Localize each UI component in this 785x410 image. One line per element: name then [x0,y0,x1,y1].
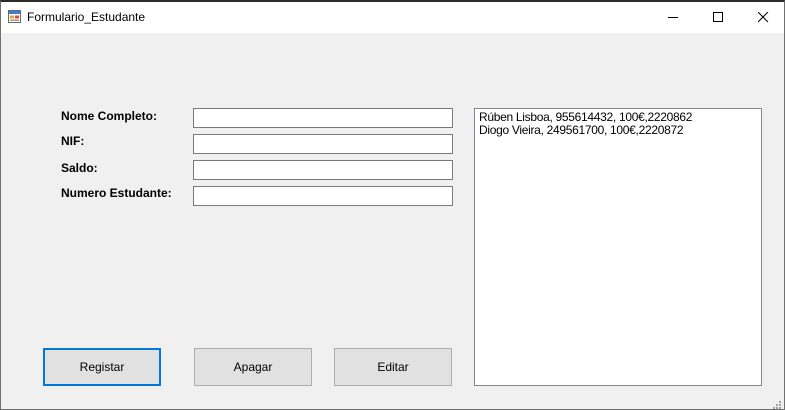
registar-button[interactable]: Registar [43,348,161,386]
nif-label: NIF: [61,134,85,148]
saldo-label: Saldo: [61,161,98,175]
numero-estudante-input[interactable] [193,186,453,206]
title-bar[interactable]: Formulario_Estudante [1,2,784,33]
resize-grip-icon[interactable] [772,397,782,409]
editar-button[interactable]: Editar [334,348,452,386]
numero-estudante-label: Numero Estudante: [61,186,172,200]
saldo-input[interactable] [193,160,453,180]
minimize-icon [668,17,678,18]
nome-completo-label: Nome Completo: [61,109,157,123]
nif-input[interactable] [193,134,453,154]
students-listbox[interactable]: Rúben Lisboa, 955614432, 100€,2220862 Di… [474,108,762,386]
main-window: Formulario_Estudante Nome Completo: NIF:… [0,0,785,410]
apagar-button[interactable]: Apagar [194,348,312,386]
close-icon [758,12,769,23]
list-item[interactable]: Diogo Vieira, 249561700, 100€,2220872 [479,124,757,137]
app-form-icon[interactable] [8,10,21,23]
close-button[interactable] [741,2,784,33]
maximize-icon [713,12,723,22]
minimize-button[interactable] [651,2,697,33]
maximize-button[interactable] [696,2,742,33]
window-title: Formulario_Estudante [27,10,146,24]
nome-completo-input[interactable] [193,108,453,128]
